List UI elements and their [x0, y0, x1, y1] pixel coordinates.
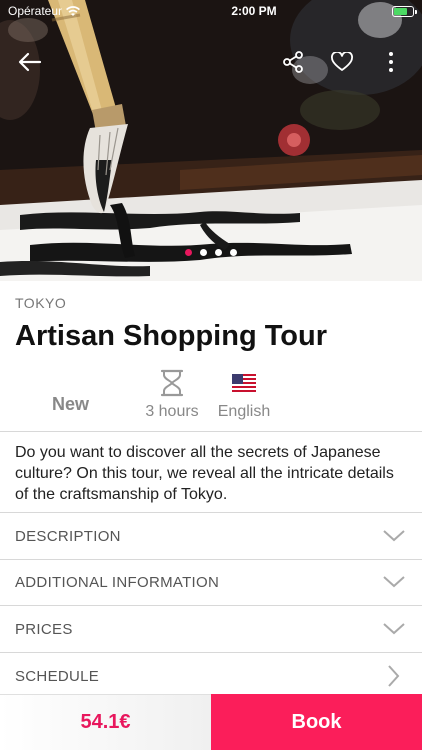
carousel-indicator[interactable]: [0, 249, 422, 256]
share-button[interactable]: [279, 48, 307, 76]
status-bar: Opérateur 2:00 PM: [0, 0, 422, 22]
section-label: PRICES: [15, 620, 73, 638]
carrier-label: Opérateur: [8, 4, 63, 18]
tour-info-row: New 3 hours English: [0, 366, 422, 430]
arrow-left-icon: [18, 52, 42, 72]
duration-label: 3 hours: [145, 403, 199, 420]
hero-image[interactable]: Opérateur 2:00 PM: [0, 0, 422, 281]
section-label: SCHEDULE: [15, 667, 100, 685]
section-description[interactable]: DESCRIPTION: [0, 513, 422, 559]
section-label: DESCRIPTION: [15, 527, 121, 545]
favorite-button[interactable]: [328, 48, 356, 76]
chevron-down-icon: [381, 523, 407, 549]
price-label: 54.1€: [0, 694, 211, 750]
chevron-down-icon: [381, 569, 407, 595]
carousel-dot[interactable]: [230, 249, 237, 256]
carousel-dot[interactable]: [185, 249, 192, 256]
chevron-right-icon: [381, 663, 407, 689]
section-schedule[interactable]: SCHEDULE: [0, 653, 422, 699]
more-vertical-icon: [389, 52, 393, 72]
us-flag-icon: [232, 374, 256, 392]
language-label: English: [217, 403, 271, 420]
back-button[interactable]: [16, 48, 44, 76]
section-prices[interactable]: PRICES: [0, 606, 422, 652]
booking-bar: 54.1€ Book: [0, 694, 422, 750]
tour-title: Artisan Shopping Tour: [15, 320, 327, 352]
wifi-icon: [66, 5, 81, 16]
section-label: ADDITIONAL INFORMATION: [15, 573, 220, 591]
language-info: English: [212, 368, 276, 421]
tour-summary: Do you want to discover all the secrets …: [15, 444, 394, 503]
chevron-down-icon: [381, 616, 407, 642]
book-button[interactable]: Book: [211, 694, 422, 750]
heart-icon: [331, 52, 353, 71]
calligraphy-photo: [0, 0, 422, 281]
battery-icon: [392, 5, 417, 17]
share-icon: [283, 51, 303, 73]
divider: [0, 431, 422, 432]
clock: 2:00 PM: [231, 4, 277, 18]
duration-info: 3 hours: [140, 368, 204, 421]
section-additional-information[interactable]: ADDITIONAL INFORMATION: [0, 559, 422, 605]
new-badge: New: [52, 394, 90, 414]
tour-city: TOKYO: [15, 295, 67, 311]
more-options-button[interactable]: [377, 48, 405, 76]
carousel-dot[interactable]: [200, 249, 207, 256]
hourglass-icon: [160, 369, 184, 397]
carousel-dot[interactable]: [215, 249, 222, 256]
